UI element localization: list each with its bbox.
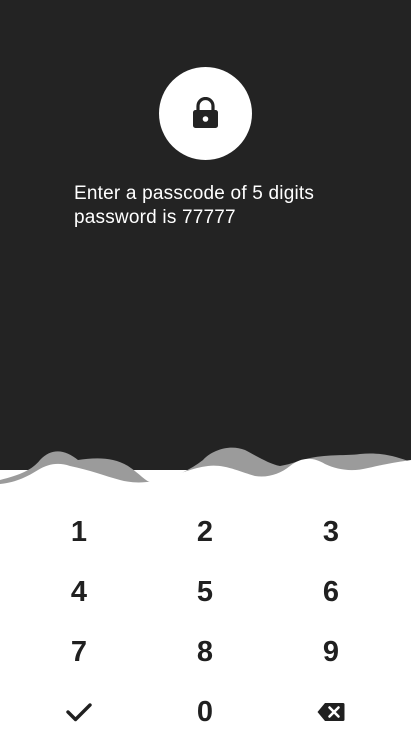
- prompt-line-2: password is 77777: [74, 207, 236, 228]
- delete-button[interactable]: [286, 684, 376, 740]
- key-9[interactable]: 9: [286, 624, 376, 680]
- key-0[interactable]: 0: [160, 684, 250, 740]
- lock-icon: [193, 97, 218, 128]
- prompt-line-1: Enter a passcode of 5 digits: [74, 183, 315, 204]
- key-4[interactable]: 4: [34, 564, 124, 620]
- lock-badge: [159, 67, 252, 160]
- confirm-button[interactable]: [34, 684, 124, 740]
- key-2[interactable]: 2: [160, 504, 250, 560]
- key-3[interactable]: 3: [286, 504, 376, 560]
- key-7[interactable]: 7: [34, 624, 124, 680]
- key-6[interactable]: 6: [286, 564, 376, 620]
- passcode-prompt: Enter a passcode of 5 digits password is…: [74, 182, 394, 230]
- key-8[interactable]: 8: [160, 624, 250, 680]
- check-icon: [66, 703, 92, 722]
- backspace-icon: [317, 703, 345, 721]
- lock-screen-header: Enter a passcode of 5 digits password is…: [0, 0, 411, 470]
- wave-divider: [0, 447, 411, 500]
- key-5[interactable]: 5: [160, 564, 250, 620]
- key-1[interactable]: 1: [34, 504, 124, 560]
- numeric-keypad: 1 2 3 4 5 6 7 8 9 0: [0, 500, 411, 744]
